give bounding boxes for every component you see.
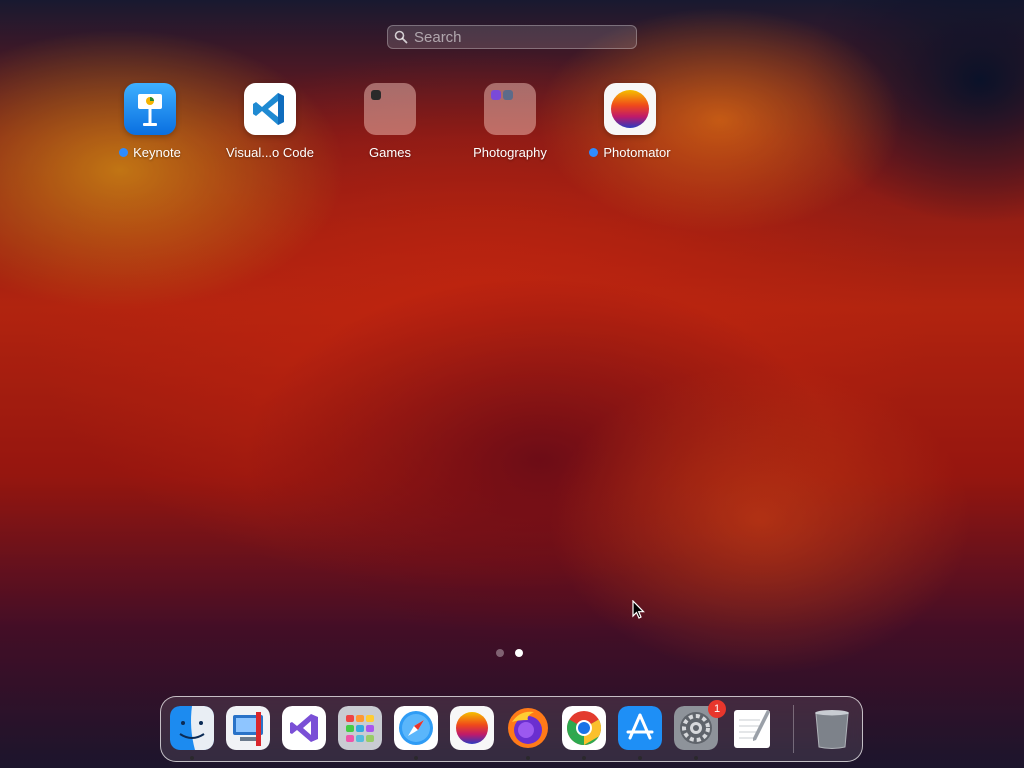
running-indicator [190,756,194,760]
textedit-icon [730,706,774,750]
folder-label: Games [369,145,411,160]
safari-icon [394,706,438,750]
dock-separator [793,705,794,753]
dock: 1 [160,696,863,762]
dock-finder[interactable] [170,706,214,760]
search-input[interactable] [414,28,614,46]
new-app-indicator [589,148,599,157]
page-indicator [496,649,523,657]
app-vscode[interactable]: Visual...o Code [215,83,325,160]
folder-games[interactable]: Games [335,83,445,160]
vscode-icon [244,83,296,135]
dock-textedit[interactable] [730,706,774,750]
dock-visual-studio[interactable] [282,706,326,750]
app-label: Keynote [133,145,181,160]
mouse-cursor-icon [632,600,645,619]
photomator-icon [450,706,494,750]
folder-label: Photography [473,145,547,160]
photo-app-thumb-icon [491,90,501,100]
app-photomator[interactable]: Photomator [575,83,685,160]
photomator-icon [604,83,656,135]
keynote-icon [124,83,176,135]
running-indicator [414,756,418,760]
photo-app-thumb-icon [503,90,513,100]
trash-icon [810,706,854,750]
search-field[interactable] [387,25,637,49]
page-dot-1[interactable] [496,649,504,657]
dock-chrome[interactable] [562,706,606,760]
running-indicator [526,756,530,760]
dock-trash[interactable] [810,706,854,750]
search-icon [394,30,408,44]
page-dot-2-current[interactable] [515,649,523,657]
firefox-icon [506,706,550,750]
new-app-indicator [119,148,129,157]
dock-system-settings[interactable]: 1 [674,700,726,760]
visual-studio-icon [282,706,326,750]
chrome-icon [562,706,606,750]
dock-app-store[interactable] [618,706,662,760]
launchpad-icon [338,706,382,750]
folder-icon [364,83,416,135]
folder-icon [484,83,536,135]
running-indicator [582,756,586,760]
dock-firefox[interactable] [506,706,550,760]
running-indicator [694,756,698,760]
game-app-thumb-icon [371,90,381,100]
dock-photomator[interactable] [450,706,494,750]
dock-launchpad[interactable] [338,706,382,750]
notification-badge: 1 [708,700,726,718]
remote-desktop-icon [226,706,270,750]
running-indicator [638,756,642,760]
app-label: Visual...o Code [226,145,314,160]
dock-safari[interactable] [394,706,438,760]
app-store-icon [618,706,662,750]
dock-remote-desktop[interactable] [226,706,270,750]
app-keynote[interactable]: Keynote [95,83,205,160]
app-label: Photomator [603,145,671,160]
folder-photography[interactable]: Photography [455,83,565,160]
finder-icon [170,706,214,750]
